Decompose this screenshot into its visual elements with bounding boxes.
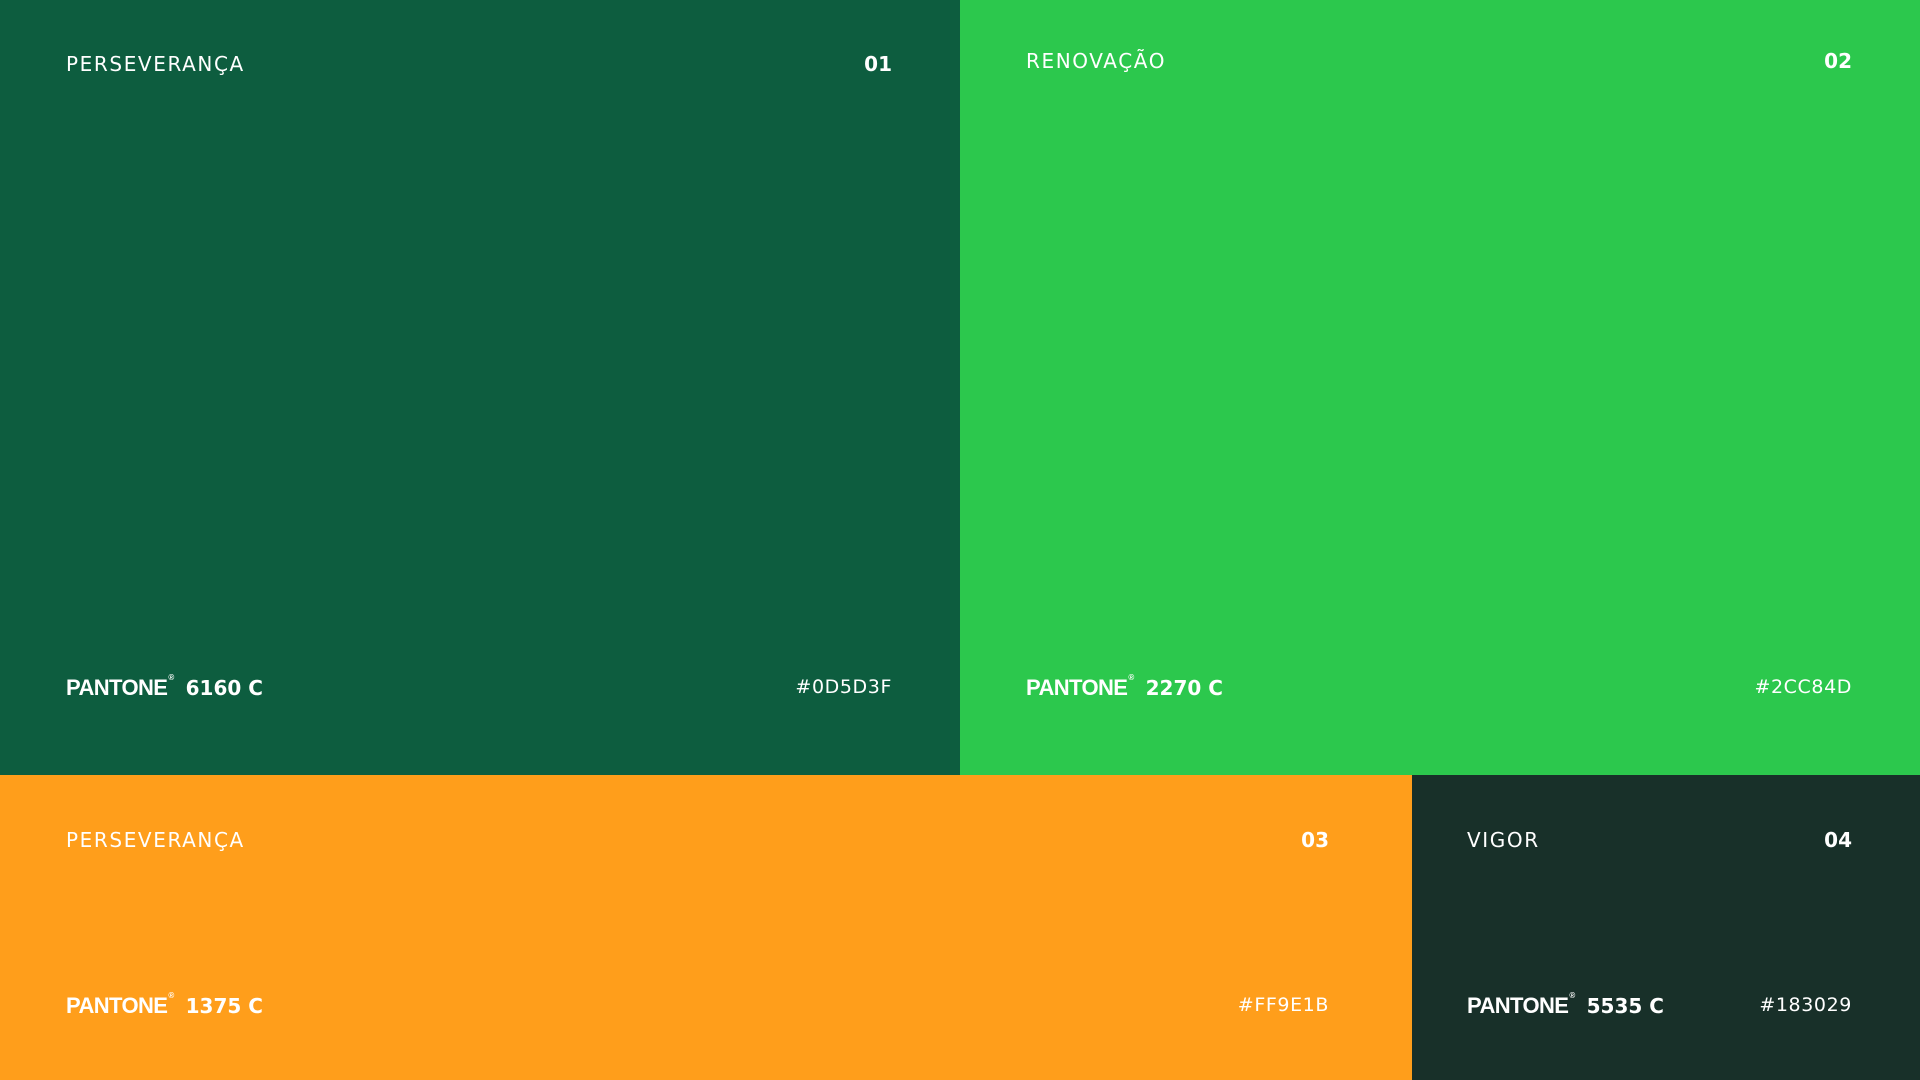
hex-code: #2CC84D — [1754, 676, 1852, 698]
color-swatch-03: PERSEVERANÇA 03 PANTONE® 1375 C #FF9E1B — [0, 775, 1412, 1080]
pantone-reference: PANTONE® 6160 C — [66, 673, 263, 701]
hex-code: #FF9E1B — [1237, 994, 1329, 1016]
pantone-code: 6160 C — [185, 676, 263, 700]
registered-mark: ® — [1128, 673, 1134, 682]
pantone-code: 1375 C — [185, 994, 263, 1018]
swatch-name: PERSEVERANÇA — [66, 52, 245, 76]
pantone-code: 5535 C — [1586, 994, 1664, 1018]
swatch-number: 03 — [1301, 828, 1329, 852]
swatch-number: 04 — [1824, 828, 1852, 852]
pantone-reference: PANTONE® 2270 C — [1026, 673, 1223, 701]
pantone-code: 2270 C — [1145, 676, 1223, 700]
swatch-number: 02 — [1824, 49, 1852, 73]
pantone-reference: PANTONE® 1375 C — [66, 991, 263, 1019]
color-swatch-02: RENOVAÇÃO 02 PANTONE® 2270 C #2CC84D — [960, 0, 1920, 775]
pantone-logo: PANTONE® — [1467, 991, 1575, 1019]
swatch-name: PERSEVERANÇA — [66, 828, 245, 852]
pantone-logo: PANTONE® — [66, 673, 174, 701]
swatch-name: RENOVAÇÃO — [1026, 49, 1167, 73]
swatch-number: 01 — [864, 52, 892, 76]
registered-mark: ® — [168, 673, 174, 682]
hex-code: #0D5D3F — [795, 676, 892, 698]
swatch-name: VIGOR — [1467, 828, 1540, 852]
pantone-wordmark: PANTONE — [66, 675, 168, 700]
color-swatch-01: PERSEVERANÇA 01 PANTONE® 6160 C #0D5D3F — [0, 0, 960, 775]
hex-code: #183029 — [1759, 994, 1852, 1016]
pantone-logo: PANTONE® — [66, 991, 174, 1019]
registered-mark: ® — [1569, 991, 1575, 1000]
color-swatch-04: VIGOR 04 PANTONE® 5535 C #183029 — [1412, 775, 1920, 1080]
pantone-reference: PANTONE® 5535 C — [1467, 991, 1664, 1019]
registered-mark: ® — [168, 991, 174, 1000]
pantone-wordmark: PANTONE — [1467, 993, 1569, 1018]
pantone-wordmark: PANTONE — [66, 993, 168, 1018]
pantone-logo: PANTONE® — [1026, 673, 1134, 701]
pantone-wordmark: PANTONE — [1026, 675, 1128, 700]
